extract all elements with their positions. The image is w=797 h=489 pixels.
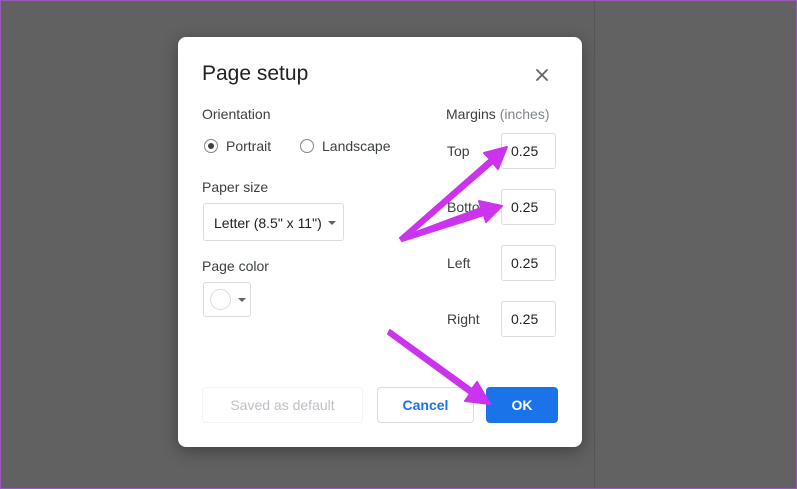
document-backdrop-right bbox=[594, 1, 797, 488]
paper-size-label: Paper size bbox=[202, 179, 269, 195]
margin-left-label: Left bbox=[447, 255, 471, 271]
margin-bottom-input[interactable] bbox=[501, 189, 556, 225]
margins-unit: (inches) bbox=[499, 106, 550, 122]
chevron-down-icon bbox=[238, 298, 246, 302]
dialog-title: Page setup bbox=[202, 62, 309, 85]
page-color-select[interactable] bbox=[203, 282, 251, 317]
paper-size-select[interactable]: Letter (8.5" x 11") bbox=[203, 203, 344, 241]
margin-right-label: Right bbox=[447, 311, 480, 327]
page-color-label: Page color bbox=[202, 258, 269, 274]
margins-label: Margins (inches) bbox=[446, 106, 549, 122]
portrait-radio[interactable]: Portrait bbox=[204, 138, 271, 154]
close-button[interactable] bbox=[530, 63, 554, 87]
radio-checked-icon bbox=[204, 139, 218, 153]
orientation-label: Orientation bbox=[202, 106, 271, 122]
margin-top-input[interactable] bbox=[501, 133, 556, 169]
set-as-default-button[interactable]: Saved as default bbox=[202, 387, 363, 423]
radio-unchecked-icon bbox=[300, 139, 314, 153]
margins-title: Margins bbox=[446, 106, 496, 122]
ok-button[interactable]: OK bbox=[486, 387, 558, 423]
cancel-button[interactable]: Cancel bbox=[377, 387, 474, 423]
margin-left-input[interactable] bbox=[501, 245, 556, 281]
landscape-radio[interactable]: Landscape bbox=[300, 138, 391, 154]
page-setup-dialog: Page setup Orientation Portrait Landscap… bbox=[178, 37, 582, 447]
margin-right-input[interactable] bbox=[501, 301, 556, 337]
margin-bottom-label: Bottom bbox=[447, 199, 492, 215]
margin-top-label: Top bbox=[447, 143, 470, 159]
portrait-label: Portrait bbox=[226, 138, 272, 154]
paper-size-value: Letter (8.5" x 11") bbox=[214, 215, 322, 231]
chevron-down-icon bbox=[328, 221, 336, 225]
landscape-label: Landscape bbox=[322, 138, 391, 154]
close-icon bbox=[536, 69, 548, 81]
color-swatch bbox=[210, 289, 231, 310]
